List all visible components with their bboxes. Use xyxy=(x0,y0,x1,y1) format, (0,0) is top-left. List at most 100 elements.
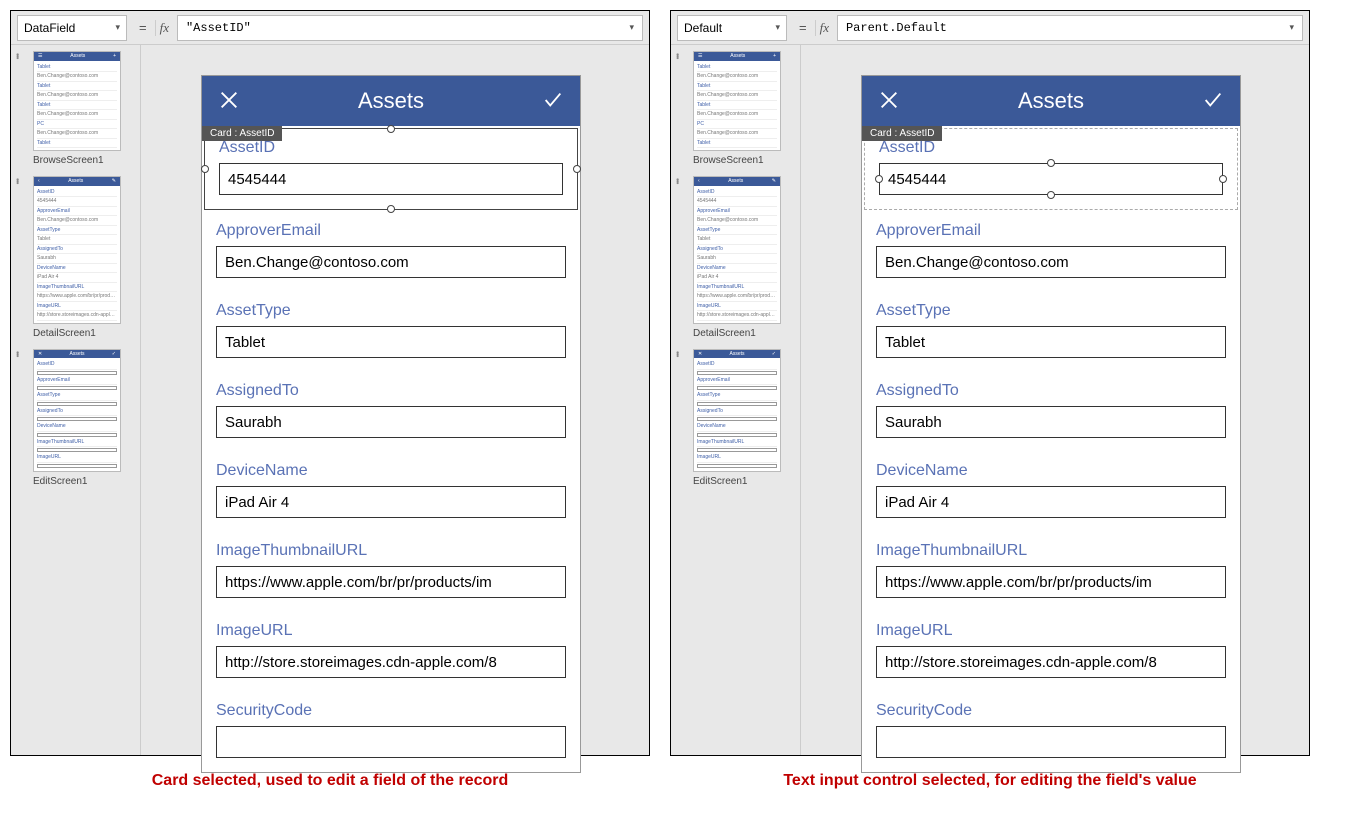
canvas[interactable]: Assets Card : AssetID AssetID ApproverEma… xyxy=(141,45,649,755)
field-label: AssignedTo xyxy=(216,382,566,400)
selection-tag: Card : AssetID xyxy=(862,126,942,141)
screen-thumbnail-column: ••• ☰Assets+ TabletBen.Change@contoso.co… xyxy=(671,45,801,755)
formula-text: Parent.Default xyxy=(846,21,1289,35)
field-input[interactable] xyxy=(876,326,1226,358)
field-input[interactable] xyxy=(216,326,566,358)
card-assignedto[interactable]: AssignedTo xyxy=(202,372,580,452)
more-icon[interactable]: ••• xyxy=(673,351,682,356)
field-label: ApproverEmail xyxy=(216,222,566,240)
field-label: ImageURL xyxy=(216,622,566,640)
form-body: AssetID ApproverEmail AssetType AssignedTo D… xyxy=(202,128,580,772)
field-label: ImageThumbnailURL xyxy=(216,542,566,560)
check-icon[interactable] xyxy=(542,89,564,114)
thumb-label: EditScreen1 xyxy=(693,476,796,487)
close-icon[interactable] xyxy=(218,89,240,114)
screen-thumbnail-column: ••• ☰Assets+ TabletBen.Change@contoso.co… xyxy=(11,45,141,755)
equals-label: = xyxy=(131,20,155,35)
thumb-label: DetailScreen1 xyxy=(693,328,796,339)
field-input[interactable] xyxy=(876,566,1226,598)
form-body: AssetID ApproverEmail AssetType AssignedTo D… xyxy=(862,128,1240,772)
card-imagethumbnailurl[interactable]: ImageThumbnailURL xyxy=(862,532,1240,612)
field-label: SecurityCode xyxy=(876,702,1226,720)
card-imageurl[interactable]: ImageURL xyxy=(202,612,580,692)
selection-tag: Card : AssetID xyxy=(202,126,282,141)
field-input[interactable] xyxy=(219,163,563,195)
field-label: DeviceName xyxy=(216,462,566,480)
formula-bar: Default ▾ = fx Parent.Default ▾ xyxy=(671,11,1309,45)
panel-left: DataField ▾ = fx "AssetID" ▾ ••• ☰Assets… xyxy=(10,10,650,756)
thumb-browse[interactable]: ☰Assets+ TabletBen.Change@contoso.com Ta… xyxy=(693,51,781,151)
card-imagethumbnailurl[interactable]: ImageThumbnailURL xyxy=(202,532,580,612)
phone-preview: Assets Card : AssetID AssetID ApproverEma… xyxy=(861,75,1241,773)
field-input[interactable] xyxy=(216,486,566,518)
phone-title: Assets xyxy=(1018,88,1084,114)
card-approveremail[interactable]: ApproverEmail xyxy=(202,212,580,292)
property-dropdown[interactable]: Default ▾ xyxy=(677,15,787,41)
card-devicename[interactable]: DeviceName xyxy=(202,452,580,532)
card-securitycode[interactable]: SecurityCode xyxy=(862,692,1240,772)
field-input[interactable] xyxy=(216,726,566,758)
thumb-label: BrowseScreen1 xyxy=(693,155,796,166)
property-name: DataField xyxy=(24,21,75,35)
canvas[interactable]: Assets Card : AssetID AssetID ApproverEma… xyxy=(801,45,1309,755)
formula-text: "AssetID" xyxy=(186,21,629,35)
card-assignedto[interactable]: AssignedTo xyxy=(862,372,1240,452)
formula-bar: DataField ▾ = fx "AssetID" ▾ xyxy=(11,11,649,45)
close-icon[interactable] xyxy=(878,89,900,114)
thumb-edit[interactable]: ✕Assets✓ AssetID ApproverEmail AssetType… xyxy=(693,349,781,472)
card-securitycode[interactable]: SecurityCode xyxy=(202,692,580,772)
phone-header: Assets xyxy=(862,76,1240,126)
thumb-browse[interactable]: ☰Assets+ TabletBen.Change@contoso.com Ta… xyxy=(33,51,121,151)
field-label: AssignedTo xyxy=(876,382,1226,400)
field-input[interactable] xyxy=(216,646,566,678)
field-label: SecurityCode xyxy=(216,702,566,720)
equals-label: = xyxy=(791,20,815,35)
field-input[interactable] xyxy=(876,726,1226,758)
more-icon[interactable]: ••• xyxy=(13,53,22,58)
panel-right: Default ▾ = fx Parent.Default ▾ ••• ☰Ass… xyxy=(670,10,1310,756)
field-input[interactable] xyxy=(216,406,566,438)
check-icon[interactable] xyxy=(1202,89,1224,114)
property-dropdown[interactable]: DataField ▾ xyxy=(17,15,127,41)
field-input[interactable] xyxy=(876,406,1226,438)
formula-input[interactable]: "AssetID" ▾ xyxy=(177,15,643,41)
field-label: DeviceName xyxy=(876,462,1226,480)
chevron-down-icon: ▾ xyxy=(1289,23,1294,33)
field-input[interactable] xyxy=(876,646,1226,678)
more-icon[interactable]: ••• xyxy=(13,178,22,183)
card-devicename[interactable]: DeviceName xyxy=(862,452,1240,532)
fx-icon: fx xyxy=(155,20,177,36)
card-assettype[interactable]: AssetType xyxy=(862,292,1240,372)
field-label: AssetID xyxy=(219,139,563,157)
card-imageurl[interactable]: ImageURL xyxy=(862,612,1240,692)
more-icon[interactable]: ••• xyxy=(673,53,682,58)
phone-header: Assets xyxy=(202,76,580,126)
thumb-detail[interactable]: ‹Assets✎ AssetID4545444 ApproverEmailBen… xyxy=(693,176,781,324)
field-input[interactable] xyxy=(876,246,1226,278)
chevron-down-icon: ▾ xyxy=(629,23,634,33)
formula-input[interactable]: Parent.Default ▾ xyxy=(837,15,1303,41)
field-label: ImageThumbnailURL xyxy=(876,542,1226,560)
phone-preview: Assets Card : AssetID AssetID ApproverEma… xyxy=(201,75,581,773)
thumb-edit[interactable]: ✕Assets✓ AssetID ApproverEmail AssetType… xyxy=(33,349,121,472)
card-assettype[interactable]: AssetType xyxy=(202,292,580,372)
card-approveremail[interactable]: ApproverEmail xyxy=(862,212,1240,292)
field-label: AssetType xyxy=(216,302,566,320)
more-icon[interactable]: ••• xyxy=(673,178,682,183)
field-input[interactable] xyxy=(876,486,1226,518)
field-label: ApproverEmail xyxy=(876,222,1226,240)
field-label: AssetID xyxy=(879,139,1223,157)
more-icon[interactable]: ••• xyxy=(13,351,22,356)
thumb-label: EditScreen1 xyxy=(33,476,136,487)
fx-icon: fx xyxy=(815,20,837,36)
chevron-down-icon: ▾ xyxy=(115,22,120,33)
field-input[interactable] xyxy=(216,246,566,278)
chevron-down-icon: ▾ xyxy=(775,22,780,33)
field-input[interactable] xyxy=(216,566,566,598)
field-label: AssetType xyxy=(876,302,1226,320)
field-label: ImageURL xyxy=(876,622,1226,640)
thumb-label: DetailScreen1 xyxy=(33,328,136,339)
property-name: Default xyxy=(684,21,722,35)
thumb-detail[interactable]: ‹Assets✎ AssetID4545444 ApproverEmailBen… xyxy=(33,176,121,324)
thumb-label: BrowseScreen1 xyxy=(33,155,136,166)
